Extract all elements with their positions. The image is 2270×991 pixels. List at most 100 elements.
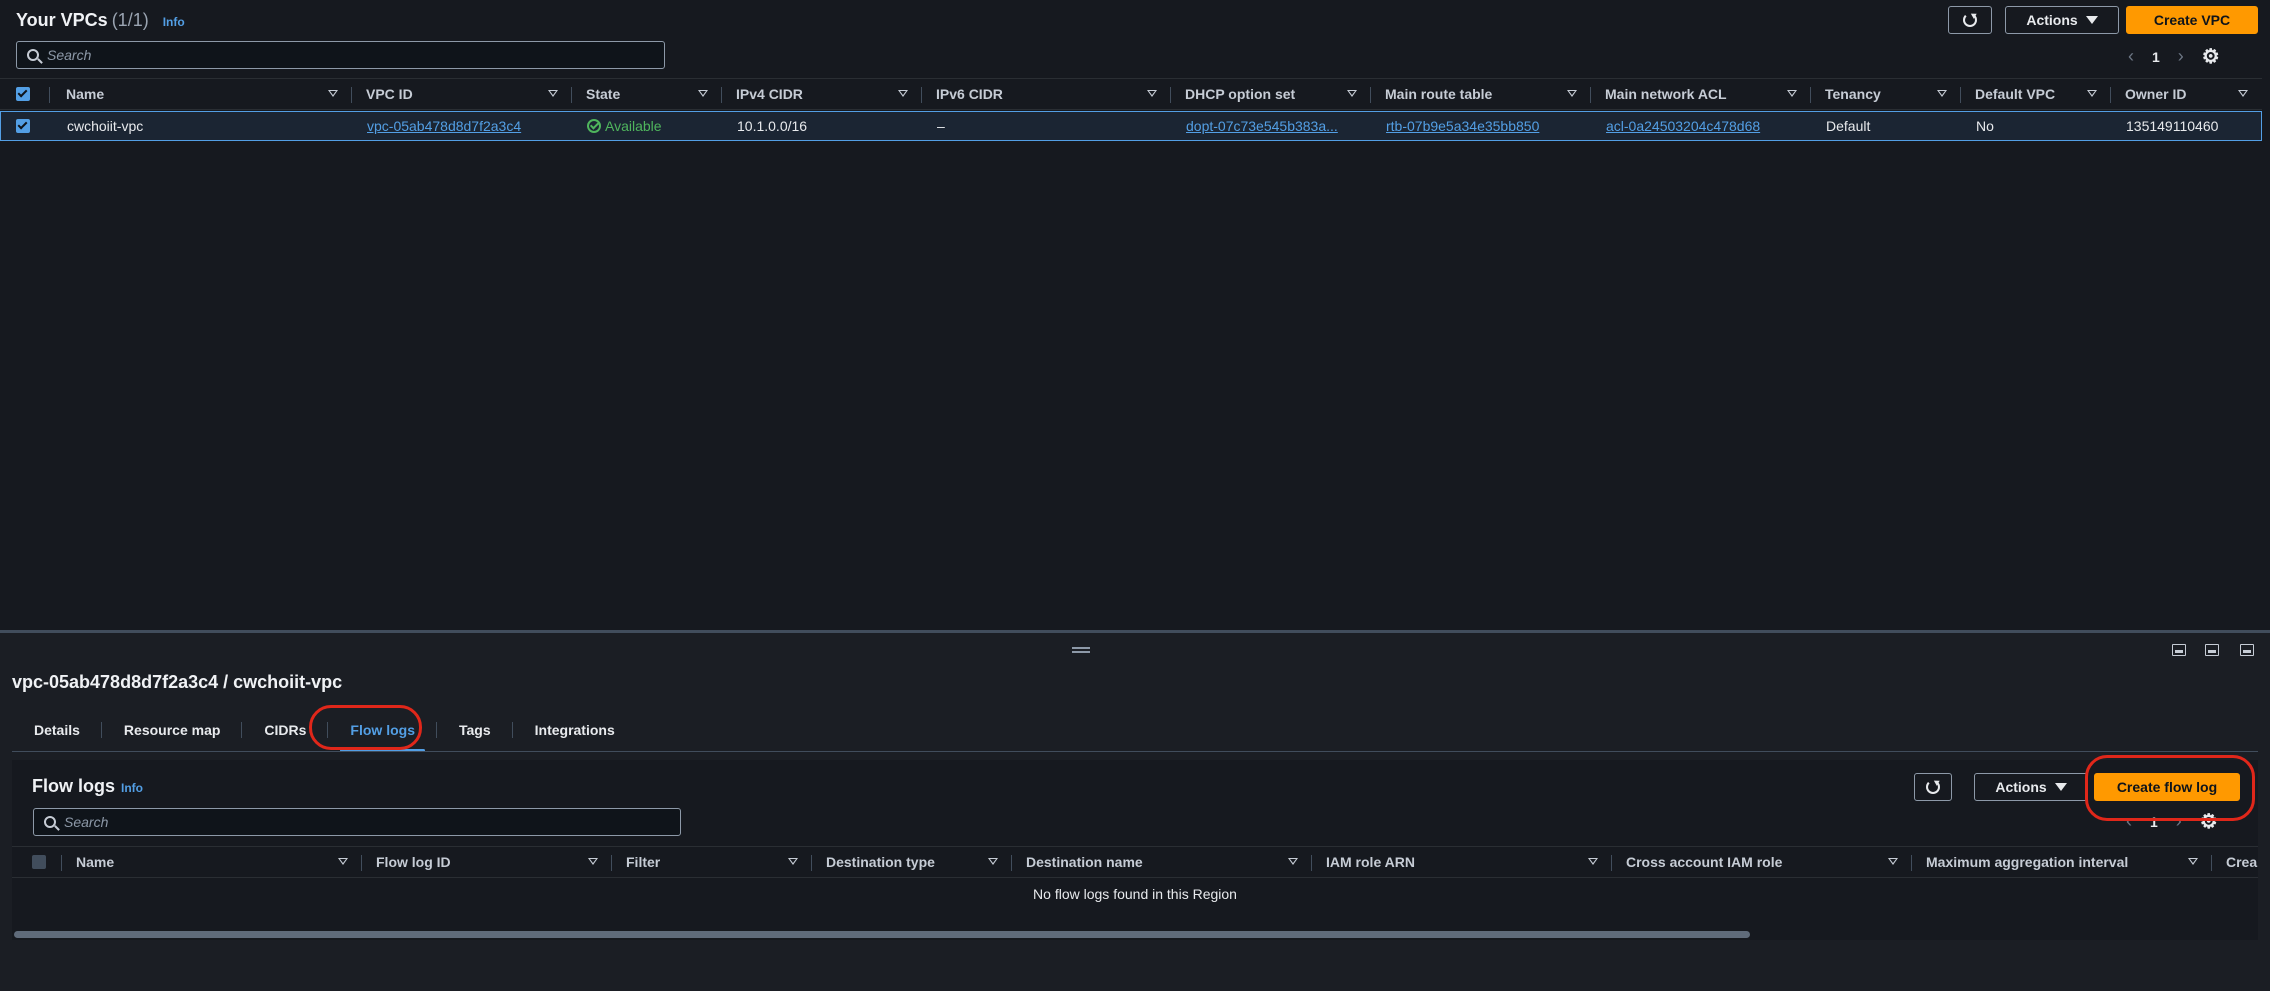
column-header[interactable]: Owner ID bbox=[2111, 79, 2262, 109]
state-cell: Available bbox=[573, 112, 723, 140]
vpc-id-link[interactable]: vpc-05ab478d8d7f2a3c4 bbox=[367, 118, 521, 134]
ipv6-cidr: – bbox=[937, 118, 945, 134]
select-all-cell bbox=[0, 79, 50, 109]
flow-logs-search[interactable] bbox=[33, 808, 681, 836]
vpc-count: (1/1) bbox=[111, 10, 149, 30]
flow-logs-table-header: Name Flow log ID Filter Destination type… bbox=[12, 846, 2258, 878]
column-header[interactable]: Name bbox=[62, 847, 362, 877]
flow-logs-search-input[interactable] bbox=[64, 814, 637, 830]
page-number[interactable]: 1 bbox=[2152, 49, 2160, 65]
tabs-divider bbox=[12, 751, 2258, 752]
column-header[interactable]: IPv6 CIDR bbox=[922, 79, 1171, 109]
highlight-callout-button bbox=[2085, 755, 2255, 821]
tab-integrations[interactable]: Integrations bbox=[513, 712, 637, 748]
column-header[interactable]: Tenancy bbox=[1811, 79, 1961, 109]
chevron-right-icon[interactable]: › bbox=[2178, 46, 2184, 67]
vpc-search[interactable] bbox=[16, 41, 665, 69]
owner-id: 135149110460 bbox=[2126, 118, 2219, 134]
create-vpc-button[interactable]: Create VPC bbox=[2126, 6, 2258, 34]
page-title: Your VPCs bbox=[16, 10, 108, 30]
info-link[interactable]: Info bbox=[163, 15, 185, 29]
select-all-checkbox[interactable] bbox=[16, 87, 30, 101]
drag-handle-icon[interactable] bbox=[1072, 647, 1090, 653]
check-circle-icon bbox=[587, 119, 601, 133]
sort-icon bbox=[1288, 858, 1298, 865]
column-header[interactable]: Destination type bbox=[812, 847, 1012, 877]
column-header[interactable]: Cross account IAM role bbox=[1612, 847, 1912, 877]
flow-logs-title: Flow logs bbox=[32, 776, 115, 796]
panel-side-icon[interactable] bbox=[2205, 644, 2219, 656]
sort-icon bbox=[1888, 858, 1898, 865]
column-header[interactable]: Main route table bbox=[1371, 79, 1591, 109]
refresh-button[interactable] bbox=[1948, 6, 1992, 34]
refresh-icon bbox=[1926, 780, 1940, 794]
sort-icon bbox=[1147, 90, 1157, 97]
caret-down-icon bbox=[2085, 16, 2098, 24]
flow-logs-header: Flow logs Info bbox=[32, 776, 143, 797]
panel-full-icon[interactable] bbox=[2240, 644, 2254, 656]
route-table-cell: rtb-07b9e5a34e35bb850 bbox=[1372, 112, 1592, 140]
search-icon bbox=[44, 816, 56, 828]
sort-icon bbox=[988, 858, 998, 865]
column-header[interactable]: Name bbox=[50, 79, 352, 109]
search-icon bbox=[27, 49, 39, 61]
panel-bottom-icon[interactable] bbox=[2172, 644, 2186, 656]
vpc-list-panel: Your VPCs (1/1) Info Actions Create VPC … bbox=[0, 0, 2270, 630]
column-header[interactable]: IAM role ARN bbox=[1312, 847, 1612, 877]
table-row[interactable]: cwchoiit-vpc vpc-05ab478d8d7f2a3c4 Avail… bbox=[0, 111, 2262, 141]
vpc-name: cwchoiit-vpc bbox=[67, 118, 144, 134]
chevron-left-icon[interactable]: ‹ bbox=[2128, 46, 2134, 67]
column-header[interactable]: Maximum aggregation interval bbox=[1912, 847, 2212, 877]
actions-button[interactable]: Actions bbox=[2005, 6, 2119, 34]
tab-resource-map[interactable]: Resource map bbox=[102, 712, 243, 748]
pagination: ‹ 1 › ⚙ bbox=[2128, 44, 2220, 69]
horizontal-scrollbar[interactable] bbox=[14, 931, 1750, 938]
sort-icon bbox=[2238, 90, 2248, 97]
column-header[interactable]: IPv4 CIDR bbox=[722, 79, 922, 109]
sort-icon bbox=[2087, 90, 2097, 97]
column-header[interactable]: Default VPC bbox=[1961, 79, 2111, 109]
flow-logs-actions-button[interactable]: Actions bbox=[1974, 773, 2088, 801]
flow-logs-info-link[interactable]: Info bbox=[121, 781, 143, 795]
column-header[interactable]: Main network ACL bbox=[1591, 79, 1811, 109]
actions-label: Actions bbox=[1995, 779, 2047, 795]
select-all-cell bbox=[12, 847, 62, 877]
select-all-checkbox[interactable] bbox=[32, 855, 46, 869]
sort-icon bbox=[338, 858, 348, 865]
sort-icon bbox=[588, 858, 598, 865]
column-header[interactable]: Flow log ID bbox=[362, 847, 612, 877]
details-title: vpc-05ab478d8d7f2a3c4 / cwchoiit-vpc bbox=[12, 672, 343, 692]
empty-state: No flow logs found in this Region bbox=[1033, 886, 1237, 902]
caret-down-icon bbox=[2054, 783, 2067, 791]
actions-label: Actions bbox=[2026, 12, 2078, 28]
sort-icon bbox=[698, 90, 708, 97]
column-header[interactable]: State bbox=[572, 79, 722, 109]
route-table-link[interactable]: rtb-07b9e5a34e35bb850 bbox=[1386, 118, 1539, 134]
tab-tags[interactable]: Tags bbox=[437, 712, 513, 748]
sort-icon bbox=[1787, 90, 1797, 97]
search-input[interactable] bbox=[47, 47, 621, 63]
column-header[interactable]: Crea bbox=[2212, 847, 2258, 877]
dhcp-link[interactable]: dopt-07c73e545b383a... bbox=[1186, 118, 1338, 134]
column-header[interactable]: DHCP option set bbox=[1171, 79, 1371, 109]
status-badge: Available bbox=[587, 118, 662, 134]
column-header[interactable]: Filter bbox=[612, 847, 812, 877]
column-header[interactable]: Destination name bbox=[1012, 847, 1312, 877]
column-header[interactable]: VPC ID bbox=[352, 79, 572, 109]
tenancy: Default bbox=[1826, 118, 1871, 134]
acl-link[interactable]: acl-0a24503204c478d68 bbox=[1606, 118, 1760, 134]
tab-details[interactable]: Details bbox=[12, 712, 102, 748]
vpc-list-header: Your VPCs (1/1) Info bbox=[16, 10, 185, 31]
sort-icon bbox=[788, 858, 798, 865]
acl-cell: acl-0a24503204c478d68 bbox=[1592, 112, 1812, 140]
row-checkbox[interactable] bbox=[16, 119, 30, 133]
flow-logs-refresh-button[interactable] bbox=[1914, 773, 1952, 801]
sort-icon bbox=[548, 90, 558, 97]
default-vpc: No bbox=[1976, 118, 1994, 134]
sort-icon bbox=[1937, 90, 1947, 97]
ipv4-cidr: 10.1.0.0/16 bbox=[737, 118, 808, 134]
row-select-cell bbox=[1, 112, 51, 140]
gear-icon[interactable]: ⚙ bbox=[2202, 44, 2220, 69]
refresh-icon bbox=[1963, 13, 1977, 27]
vpc-table-header: Name VPC ID State IPv4 CIDR IPv6 CIDR DH… bbox=[0, 78, 2262, 110]
